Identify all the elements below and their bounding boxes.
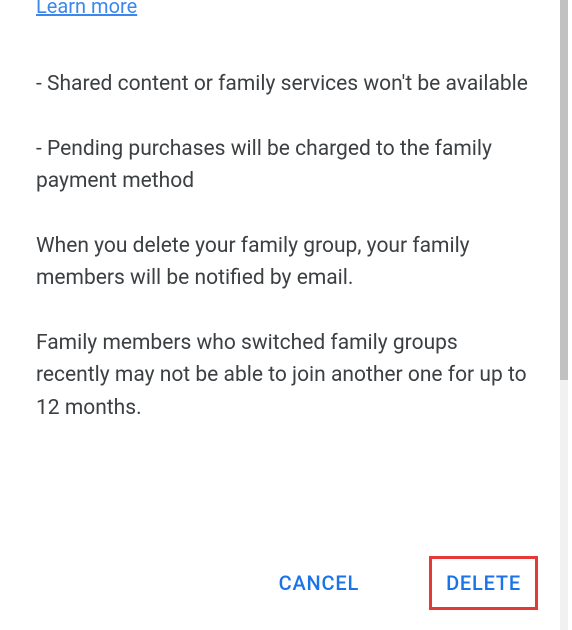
delete-family-dialog: Learn more - Shared content or family se… — [0, 0, 572, 630]
dialog-paragraph: - Shared content or family services won'… — [36, 68, 536, 101]
learn-more-link[interactable]: Learn more — [36, 0, 137, 18]
dialog-paragraph: Family members who switched family group… — [36, 327, 536, 425]
dialog-actions: CANCEL DELETE — [267, 556, 538, 610]
scrollbar-thumb[interactable] — [560, 0, 568, 380]
dialog-paragraph: - Pending purchases will be charged to t… — [36, 133, 536, 198]
cancel-button[interactable]: CANCEL — [267, 561, 371, 605]
delete-button[interactable]: DELETE — [432, 559, 535, 607]
dialog-paragraph: When you delete your family group, your … — [36, 230, 536, 295]
delete-button-highlight: DELETE — [429, 556, 538, 610]
